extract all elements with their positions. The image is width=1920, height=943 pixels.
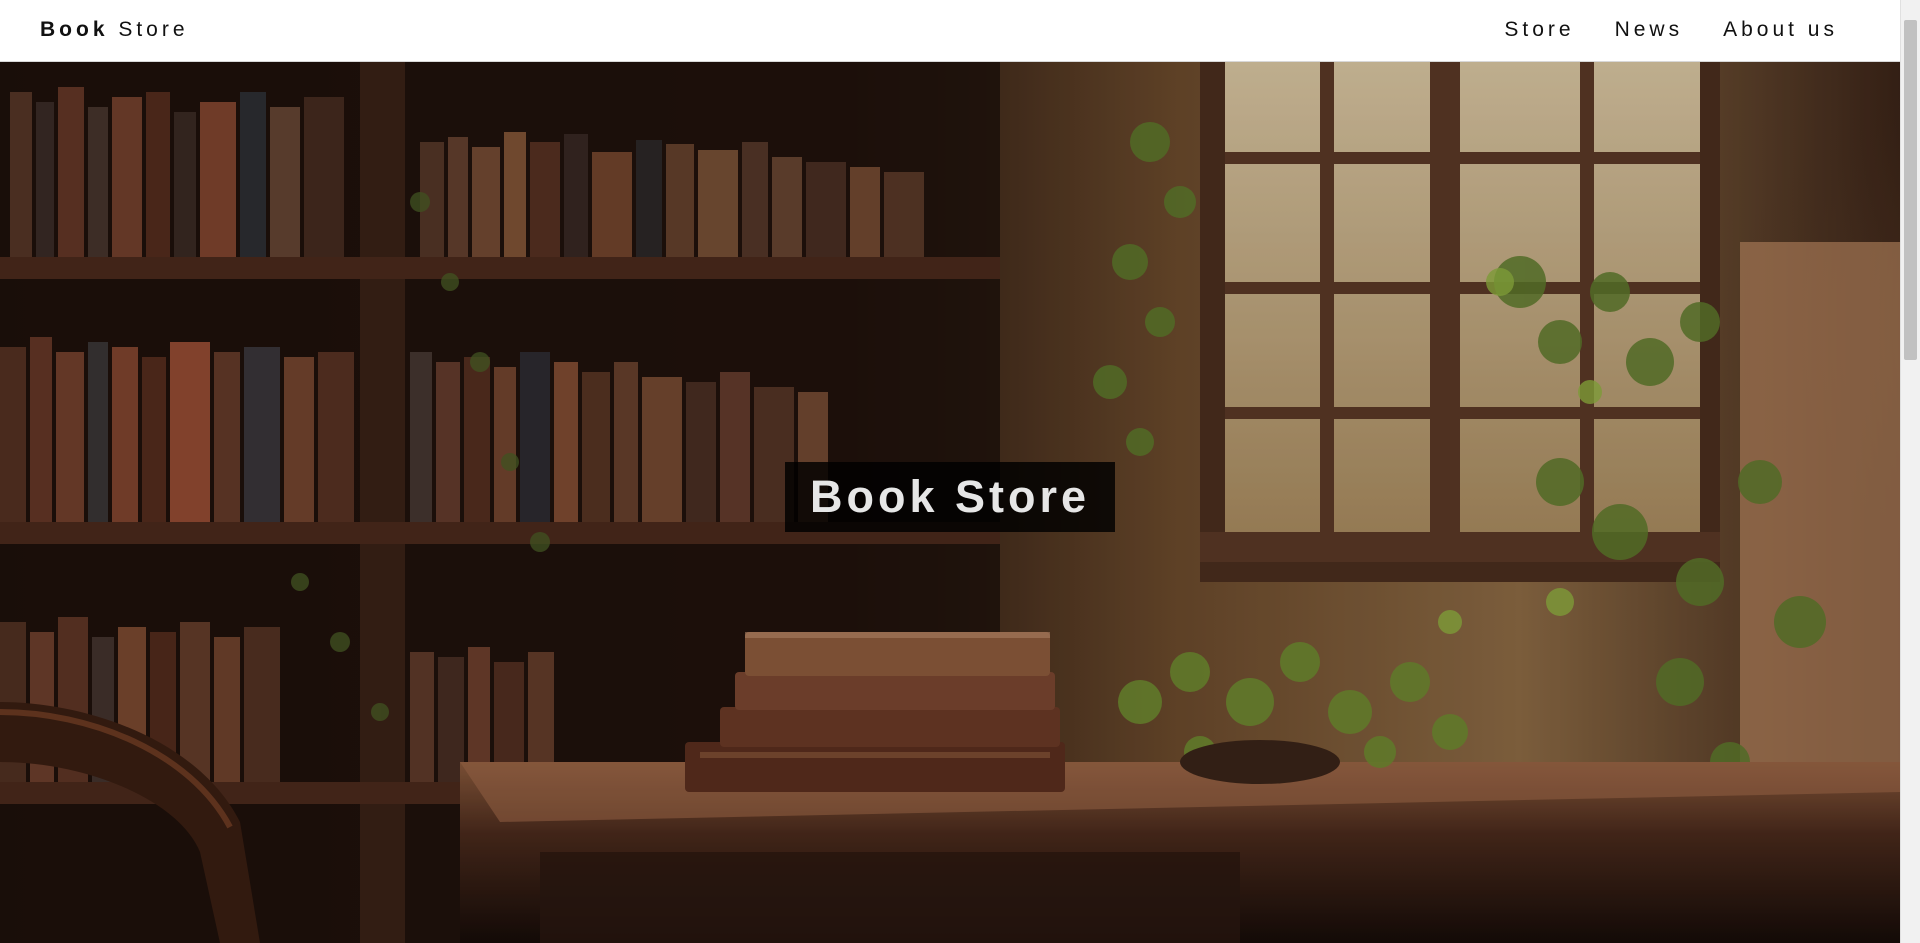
scrollbar-thumb[interactable] [1904,20,1917,360]
page: Book Store Store News About us Book Stor… [0,0,1920,943]
vertical-scrollbar[interactable] [1900,0,1920,943]
viewport: Book Store Store News About us Book Stor… [0,0,1900,943]
nav-link-store[interactable]: Store [1504,17,1574,43]
hero-section: Book Store [0,62,1900,943]
nav-link-news[interactable]: News [1615,17,1684,43]
nav-links: Store News About us [1504,17,1838,43]
brand-logo[interactable]: Book Store [40,17,189,43]
hero-title: Book Store [809,471,1091,522]
nav-link-about-us[interactable]: About us [1723,17,1838,43]
brand-bold-text: Book [40,18,109,41]
hero-title-box: Book Store [785,462,1115,532]
top-navbar: Book Store Store News About us [0,0,1900,62]
brand-rest-text: Store [118,18,189,41]
